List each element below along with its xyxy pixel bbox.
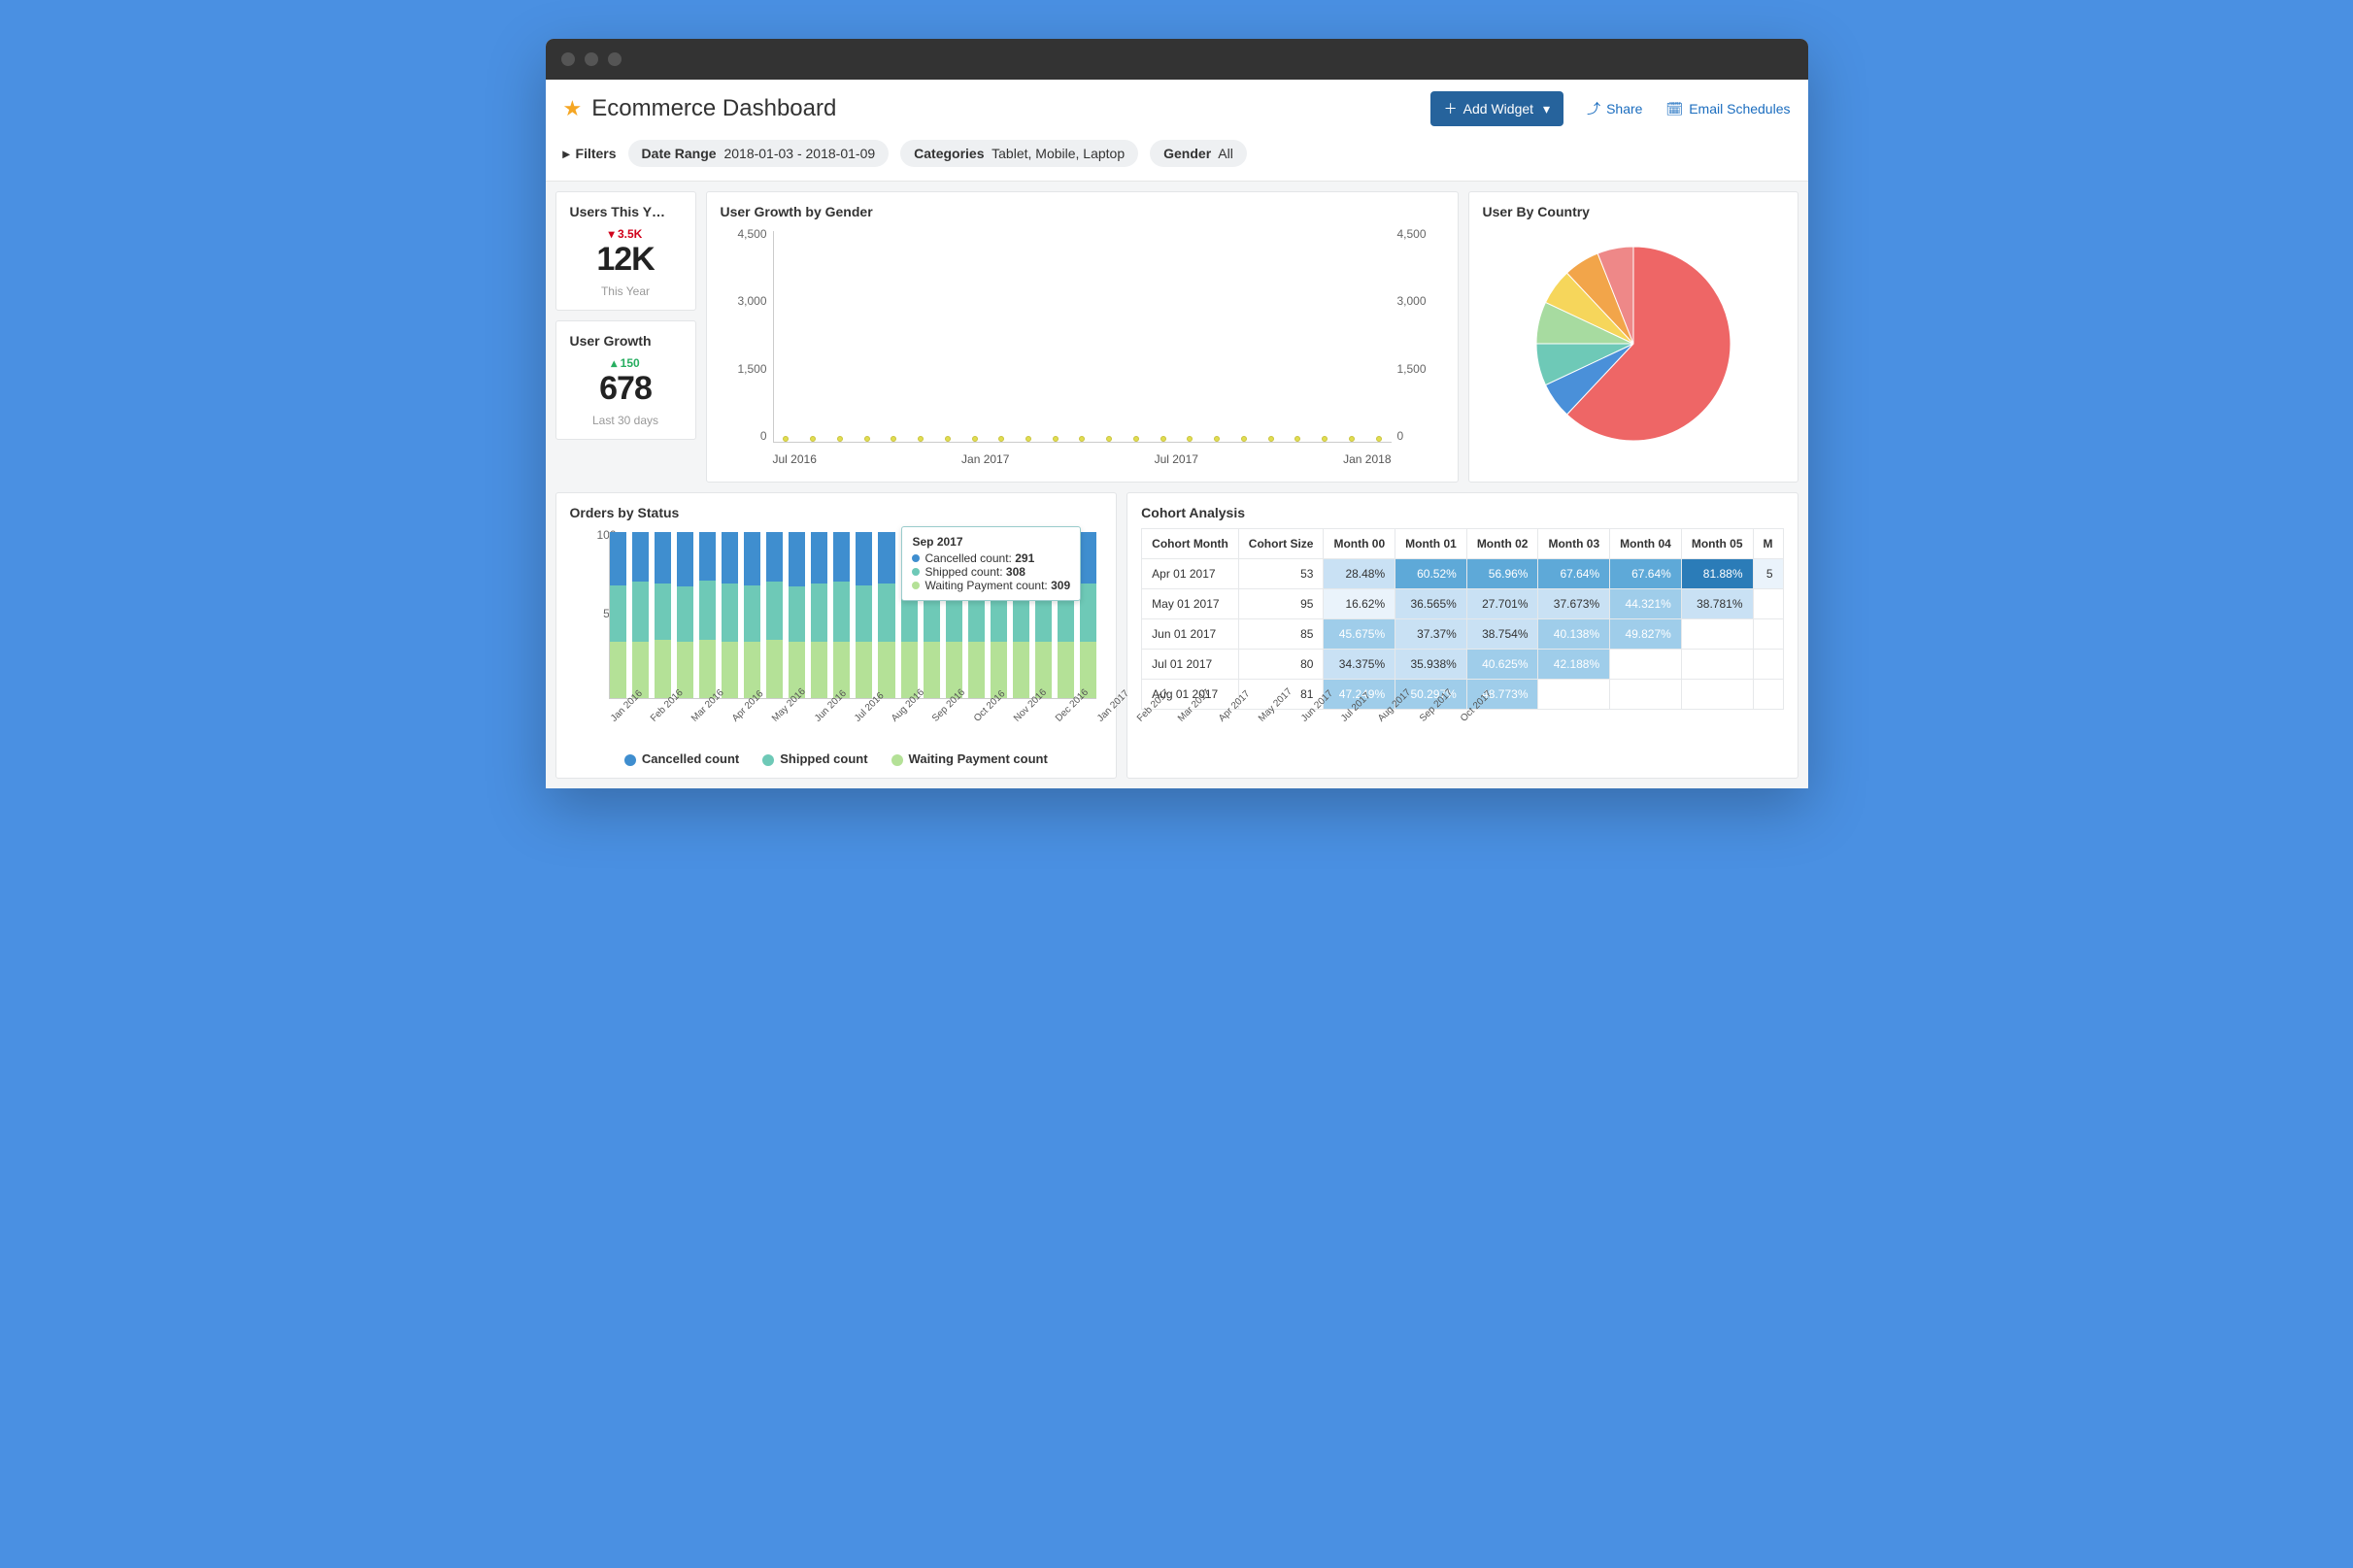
kpi-growth-delta: ▴ 150	[570, 356, 682, 370]
growth-xaxis: Jul 2016Jan 2017Jul 2017Jan 2018	[773, 452, 1392, 466]
filter-cat-label: Categories	[914, 146, 984, 161]
share-icon: ⤴	[1587, 99, 1600, 118]
plus-icon: ＋	[1444, 99, 1458, 118]
kpi-users-caption: This Year	[570, 284, 682, 298]
kpi-users-value: 12K	[570, 241, 682, 279]
add-widget-label: Add Widget	[1463, 101, 1533, 117]
pie-chart[interactable]	[1483, 227, 1784, 460]
filter-pill-date-range[interactable]: Date Range 2018-01-03 - 2018-01-09	[628, 140, 890, 167]
legend-waiting[interactable]: Waiting Payment count	[891, 751, 1048, 766]
dashboard-body: Users This Y… ▾ 3.5K 12K This Year User …	[546, 182, 1808, 788]
share-label: Share	[1606, 101, 1642, 117]
orders-legend: Cancelled count Shipped count Waiting Pa…	[570, 742, 1103, 766]
add-widget-button[interactable]: ＋ Add Widget ▾	[1430, 91, 1563, 126]
traffic-light-close[interactable]	[561, 52, 575, 66]
filters-label: Filters	[576, 146, 617, 161]
tooltip-title: Sep 2017	[912, 535, 1070, 549]
filter-date-label: Date Range	[642, 146, 717, 161]
arrow-down-icon: ▾	[609, 227, 615, 241]
traffic-light-min[interactable]	[585, 52, 598, 66]
filter-gender-value: All	[1218, 146, 1233, 161]
filter-pill-categories[interactable]: Categories Tablet, Mobile, Laptop	[900, 140, 1138, 167]
orders-chart-area[interactable]: 100500 Sep 2017 Cancelled count: 291Ship…	[570, 528, 1103, 742]
legend-cancelled[interactable]: Cancelled count	[624, 751, 739, 766]
filter-pill-gender[interactable]: Gender All	[1150, 140, 1247, 167]
chart-user-growth-by-gender: User Growth by Gender 4,5003,0001,5000 4…	[706, 191, 1459, 483]
country-chart-title: User By Country	[1483, 204, 1784, 219]
kpi-users-title: Users This Y…	[570, 204, 682, 219]
calendar-icon: 🗓	[1665, 101, 1683, 117]
legend-shipped[interactable]: Shipped count	[762, 751, 867, 766]
email-schedules-label: Email Schedules	[1689, 101, 1790, 117]
filters-bar: ▸ Filters Date Range 2018-01-03 - 2018-0…	[546, 130, 1808, 182]
caret-right-icon: ▸	[563, 146, 570, 162]
arrow-up-icon: ▴	[611, 356, 617, 370]
favorite-star-icon[interactable]: ★	[563, 96, 583, 121]
orders-tooltip: Sep 2017 Cancelled count: 291Shipped cou…	[901, 526, 1081, 601]
cohort-scroll[interactable]: Cohort MonthCohort SizeMonth 00Month 01M…	[1141, 528, 1783, 710]
caret-down-icon: ▾	[1543, 101, 1550, 117]
share-link[interactable]: ⤴ Share	[1587, 99, 1642, 118]
kpi-user-growth: User Growth ▴ 150 678 Last 30 days	[555, 320, 696, 440]
kpi-column: Users This Y… ▾ 3.5K 12K This Year User …	[555, 191, 696, 483]
filters-toggle[interactable]: ▸ Filters	[563, 146, 617, 162]
growth-yaxis-right: 4,5003,0001,5000	[1397, 227, 1444, 443]
filter-cat-value: Tablet, Mobile, Laptop	[992, 146, 1125, 161]
filter-date-value: 2018-01-03 - 2018-01-09	[723, 146, 875, 161]
email-schedules-link[interactable]: 🗓 Email Schedules	[1665, 101, 1790, 117]
dashboard-header: ★ Ecommerce Dashboard ＋ Add Widget ▾ ⤴ S…	[546, 80, 1808, 130]
growth-chart-title: User Growth by Gender	[721, 204, 1444, 219]
cohort-table: Cohort MonthCohort SizeMonth 00Month 01M…	[1141, 528, 1783, 710]
kpi-growth-title: User Growth	[570, 333, 682, 349]
chart-user-by-country: User By Country	[1468, 191, 1798, 483]
orders-xaxis: Jan 2016Feb 2016Mar 2016Apr 2016May 2016…	[609, 699, 1097, 742]
growth-chart-area[interactable]: 4,5003,0001,5000 4,5003,0001,5000 Jul 20…	[721, 227, 1444, 470]
browser-window: ★ Ecommerce Dashboard ＋ Add Widget ▾ ⤴ S…	[546, 39, 1808, 788]
cohort-title: Cohort Analysis	[1141, 505, 1783, 520]
kpi-users-delta: ▾ 3.5K	[570, 227, 682, 241]
kpi-users-this-year: Users This Y… ▾ 3.5K 12K This Year	[555, 191, 696, 311]
cohort-analysis-card: Cohort Analysis Cohort MonthCohort SizeM…	[1126, 492, 1798, 779]
filter-gender-label: Gender	[1163, 146, 1211, 161]
window-titlebar	[546, 39, 1808, 80]
traffic-light-max[interactable]	[608, 52, 622, 66]
chart-orders-by-status: Orders by Status 100500 Sep 2017 Cancell…	[555, 492, 1118, 779]
orders-chart-title: Orders by Status	[570, 505, 1103, 520]
kpi-growth-caption: Last 30 days	[570, 414, 682, 427]
dashboard-title: Ecommerce Dashboard	[591, 95, 1429, 122]
kpi-growth-value: 678	[570, 370, 682, 408]
growth-yaxis-left: 4,5003,0001,5000	[721, 227, 767, 443]
